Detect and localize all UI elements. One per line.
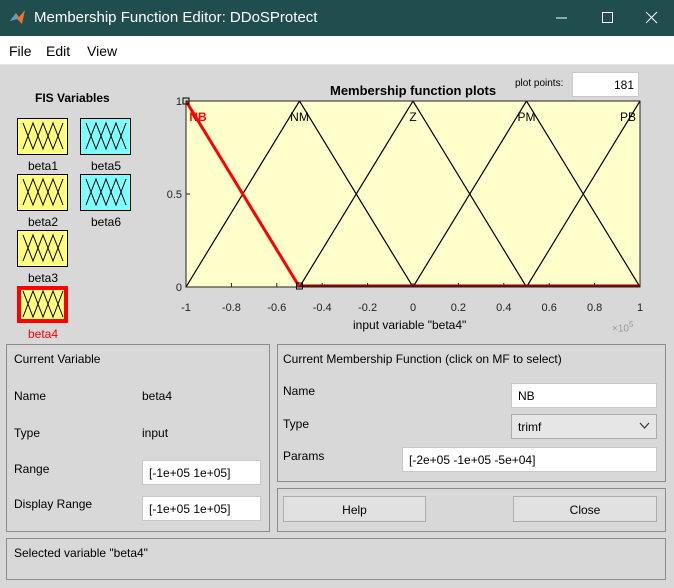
x-tick-label: -0.4 [313,302,332,314]
mf-label-z: Z [409,110,416,124]
display-range-input[interactable]: [-1e+05 1e+05] [142,496,261,521]
close-button[interactable]: Close [513,496,657,522]
x-tick-label: -0.8 [222,302,241,314]
mf-label-pb: PB [620,110,636,124]
y-tick-label: 0 [176,282,182,294]
variable-name-value: beta4 [142,389,173,403]
membership-function-plot[interactable]: -1 -0.8 -0.6 -0.4 -0.2 0 0.2 0.4 0.6 0.8 1 0 0.5 1 NM Z… [0,0,674,340]
current-mf-heading: Current Membership Function (click on MF… [283,352,562,366]
plot-xlabel: input variable "beta4" [353,318,467,332]
variable-type-value: input [142,426,169,440]
mf-label-nb: NB [189,110,207,124]
y-tick-label: 1 [176,96,182,108]
x-tick-label: 0.4 [496,302,511,314]
x-tick-label: -0.6 [267,302,286,314]
x-tick-label: 0 [410,302,416,314]
plot-background [186,101,640,287]
mf-name-input[interactable]: NB [511,383,657,408]
x-tick-label: 0.8 [587,302,602,314]
mf-params-label: Params [283,449,325,463]
x-tick-label: 0.2 [451,302,466,314]
y-tick-label: 0.5 [167,189,182,201]
x-tick-label: -0.2 [358,302,377,314]
mf-params-input[interactable]: [-2e+05 -1e+05 -5e+04] [402,447,657,472]
x-exponent-label: ×105 [612,320,634,335]
mf-type-value: trimf [518,420,542,434]
mf-label-nm: NM [290,110,309,124]
x-tick-label: -1 [181,302,191,314]
x-tick-label: 0.6 [542,302,557,314]
variable-name-label: Name [14,389,47,403]
chevron-down-icon [639,422,650,429]
mf-name-label: Name [283,384,316,398]
display-range-label: Display Range [14,497,93,511]
current-variable-heading: Current Variable [14,352,101,366]
mf-type-label: Type [283,417,310,431]
x-tick-label: 1 [637,302,643,314]
range-label: Range [14,462,50,476]
mf-label-pm: PM [518,110,536,124]
help-button[interactable]: Help [283,496,426,522]
mf-type-select[interactable]: trimf [511,414,657,439]
variable-type-label: Type [14,426,41,440]
status-text: Selected variable "beta4" [14,546,148,560]
range-input[interactable]: [-1e+05 1e+05] [142,460,261,485]
